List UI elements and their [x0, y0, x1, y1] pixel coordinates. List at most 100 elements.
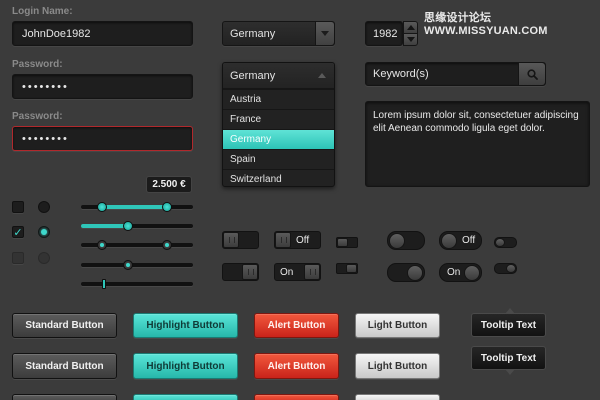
standard-button-hover[interactable]: Standard Button	[12, 353, 117, 379]
light-button-hover[interactable]: Light Button	[355, 353, 440, 379]
tooltip-top: Tooltip Text	[471, 308, 546, 337]
alert-button-pressed[interactable]	[254, 394, 339, 400]
tooltip-text: Tooltip Text	[480, 319, 537, 331]
alert-button-hover[interactable]: Alert Button	[254, 353, 339, 379]
toggle-on-label: On	[280, 266, 294, 278]
chevron-down-icon	[321, 31, 329, 36]
search-input[interactable]: Keyword(s)	[365, 62, 546, 86]
password-error-value: ••••••••	[22, 132, 69, 145]
range-slider-3[interactable]	[81, 240, 193, 250]
slider-knob[interactable]	[123, 260, 133, 270]
slider-value-tooltip: 2.500 €	[146, 176, 192, 193]
standard-button-pressed[interactable]	[12, 394, 117, 400]
slider-5[interactable]	[81, 279, 193, 289]
arrow-down-icon	[406, 37, 415, 42]
year-stepper-field[interactable]: 1982	[365, 21, 403, 46]
standard-button[interactable]: Standard Button	[12, 313, 117, 338]
slider-fill	[81, 224, 129, 228]
radio-disabled	[38, 252, 50, 264]
toggle-round-plain-off[interactable]	[387, 231, 425, 250]
search-icon	[526, 68, 538, 80]
toggle-thumb	[223, 232, 239, 248]
watermark-text: 思缘设计论坛 WWW.MISSYUAN.COM	[424, 12, 548, 37]
chevron-up-icon	[318, 73, 326, 78]
toggle-round-plain-on[interactable]	[387, 263, 425, 282]
dropdown-option-switzerland[interactable]: Switzerland	[223, 169, 334, 186]
text-area-value: Lorem ipsum dolor sit, consectetuer adip…	[373, 110, 579, 134]
toggle-thumb	[495, 238, 505, 247]
slider-knob-left[interactable]	[97, 240, 107, 250]
text-area[interactable]: Lorem ipsum dolor sit, consectetuer adip…	[365, 101, 590, 187]
toggle-mini-round-off[interactable]	[494, 237, 517, 248]
toggle-thumb	[389, 233, 405, 249]
alert-button[interactable]: Alert Button	[254, 313, 339, 338]
toggle-thumb	[407, 265, 423, 281]
select-arrow-button[interactable]	[315, 22, 334, 45]
toggle-thumb	[337, 238, 348, 247]
dropdown-option-spain[interactable]: Spain	[223, 149, 334, 169]
light-button[interactable]: Light Button	[355, 313, 440, 338]
dropdown-option-austria[interactable]: Austria	[223, 89, 334, 109]
year-stepper-value: 1982	[373, 27, 398, 40]
radio-dot-icon	[41, 229, 47, 235]
slider-knob-left[interactable]	[97, 202, 107, 212]
checkbox-unchecked[interactable]	[12, 201, 24, 213]
password-error-label: Password:	[12, 111, 63, 122]
country-select[interactable]: Germany	[222, 21, 335, 46]
dropdown-option-france[interactable]: France	[223, 109, 334, 129]
slider-2[interactable]	[81, 221, 193, 231]
username-field[interactable]: JohnDoe1982	[12, 21, 193, 46]
slider-knob[interactable]	[123, 221, 133, 231]
search-placeholder: Keyword(s)	[373, 68, 429, 80]
toggle-round-off[interactable]: Off	[439, 231, 482, 250]
toggle-off-label: Off	[462, 235, 476, 246]
toggle-off-label: Off	[296, 234, 310, 246]
country-dropdown[interactable]: Germany Austria France Germany Spain Swi…	[222, 62, 335, 187]
radio-checked[interactable]	[38, 226, 50, 238]
username-value: JohnDoe1982	[22, 27, 91, 40]
search-button[interactable]	[518, 63, 545, 85]
check-icon: ✓	[13, 226, 23, 239]
light-button-pressed[interactable]	[355, 394, 440, 400]
password-error-field[interactable]: ••••••••	[12, 126, 193, 151]
range-slider-1[interactable]	[81, 202, 193, 212]
country-dropdown-selected: Germany	[230, 69, 276, 82]
tooltip-arrow-icon	[505, 369, 515, 375]
toggle-thumb	[506, 264, 516, 273]
toggle-mini-round-on[interactable]	[494, 263, 517, 274]
toggle-mini-off[interactable]	[336, 237, 358, 248]
slider-4[interactable]	[81, 260, 193, 270]
dropdown-option-germany[interactable]: Germany	[223, 129, 334, 149]
toggle-thumb	[441, 233, 457, 249]
stepper-down-button[interactable]	[403, 33, 418, 46]
password-field[interactable]: ••••••••	[12, 74, 193, 99]
checkbox-disabled	[12, 252, 24, 264]
toggle-square-plain-off[interactable]	[222, 231, 259, 249]
toggle-mini-on[interactable]	[336, 263, 358, 274]
checkbox-checked[interactable]: ✓	[12, 226, 24, 239]
highlight-button-pressed[interactable]	[133, 394, 238, 400]
radio-unchecked[interactable]	[38, 201, 50, 213]
slider-knob-right[interactable]	[162, 240, 172, 250]
highlight-button[interactable]: Highlight Button	[133, 313, 238, 338]
tooltip-arrow-icon	[505, 308, 515, 314]
slider-knob-right[interactable]	[162, 202, 172, 212]
username-label: Login Name:	[12, 6, 73, 17]
toggle-thumb	[275, 232, 291, 248]
slider-knob[interactable]	[102, 279, 106, 289]
toggle-thumb	[304, 264, 320, 280]
country-select-value: Germany	[230, 27, 276, 40]
password-label: Password:	[12, 59, 63, 70]
country-dropdown-header[interactable]: Germany	[223, 63, 334, 89]
toggle-thumb	[464, 265, 480, 281]
toggle-round-on[interactable]: On	[439, 263, 482, 282]
slider-fill	[102, 205, 166, 209]
toggle-on-label: On	[447, 267, 461, 278]
highlight-button-hover[interactable]: Highlight Button	[133, 353, 238, 379]
password-value: ••••••••	[22, 80, 69, 93]
toggle-square-off[interactable]: Off	[274, 231, 321, 249]
tooltip-text: Tooltip Text	[480, 352, 537, 364]
toggle-square-on[interactable]: On	[274, 263, 321, 281]
toggle-square-plain-on[interactable]	[222, 263, 259, 281]
arrow-up-icon	[406, 25, 415, 30]
